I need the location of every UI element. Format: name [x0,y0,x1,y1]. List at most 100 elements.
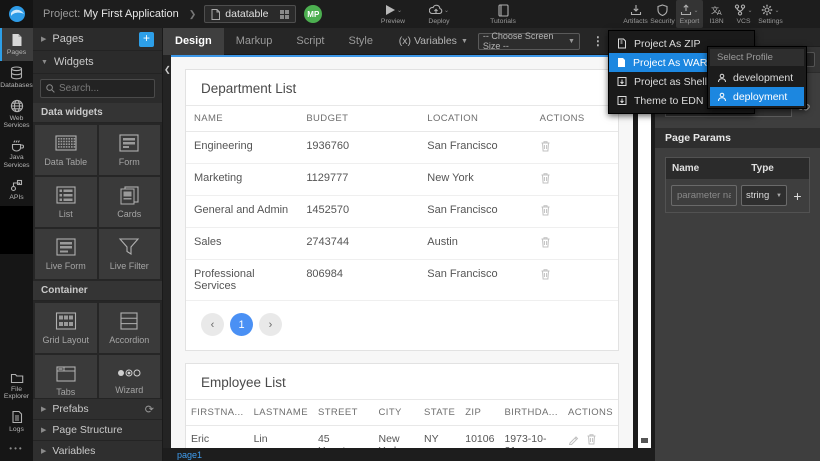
tab-script[interactable]: Script [284,28,336,55]
user-avatar[interactable]: MP [304,5,322,23]
topbar-actions: ⌄Preview⌄Deploy Tutorials ArtifactsSecurit… [370,0,784,28]
screen-size-select[interactable]: -- Choose Screen Size -- ▼ [478,33,580,50]
topbar: Project: My First Application ❯ datatabl… [0,0,820,28]
column-header: ACTIONS [563,400,618,426]
widget-search-box[interactable] [40,79,155,98]
artifacts-button[interactable]: Artifacts [622,0,649,28]
live-form-icon [54,237,78,257]
canvas-page[interactable]: Department List NAMEBUDGETLOCATIONACTION… [171,55,633,448]
chevron-down-icon: ⌄ [444,7,449,14]
delete-icon[interactable] [540,140,551,152]
refresh-icon[interactable]: ⟳ [145,403,154,416]
delete-icon[interactable] [586,433,597,445]
employee-list-widget[interactable]: Employee List FIRSTNA...LASTNAMESTREETCI… [185,363,619,448]
delete-icon[interactable] [540,268,551,280]
rail-item-apis[interactable]: APIs [0,174,33,206]
folder-icon [10,372,24,384]
tab-style[interactable]: Style [337,28,385,55]
delete-icon[interactable] [540,172,551,184]
more-options-icon[interactable]: ⋮ [586,34,610,48]
widget-tile-form[interactable]: Form [99,125,161,175]
data-table-icon [54,133,78,153]
widget-tile-tabs[interactable]: Tabs [35,355,97,398]
column-header: FIRSTNA... [186,400,249,426]
collapse-panel-icon[interactable]: ❮ [164,65,171,74]
widgets-accordion-header[interactable]: ▼ Widgets [33,51,162,74]
rail-item-pages[interactable]: Pages [0,28,33,61]
screen-size-value: -- Choose Screen Size -- [483,31,568,51]
edit-icon[interactable] [568,434,579,445]
rail-item-file-explorer[interactable]: File Explorer [0,367,33,406]
param-type-column-header: Type [745,163,809,174]
widget-tile-live-form[interactable]: Live Form [35,229,97,279]
widget-tile-cards[interactable]: Cards [99,177,161,227]
variables-dropdown[interactable]: (x) Variables ▼ [399,35,468,47]
widget-tile-accordion[interactable]: Accordion [99,303,161,353]
page-number-button[interactable]: 1 [230,313,253,336]
add-page-button[interactable]: + [139,32,154,47]
widget-tile-wizard[interactable]: Wizard [99,355,161,398]
rail-item-web-services[interactable]: Web Services [0,94,33,135]
status-page-link[interactable]: page1 [177,450,202,460]
tab-markup[interactable]: Markup [224,28,285,55]
tabs-icon [54,363,78,383]
security-icon [657,4,668,16]
pages-accordion-header[interactable]: ▶ Pages + [33,28,162,51]
table-row[interactable]: Engineering1936760San Francisco [186,132,618,164]
param-type-select[interactable]: string ▼ [741,185,787,206]
table-row[interactable]: EricLin45 Houston StreetNew YorkNY101061… [186,426,618,449]
deploy-button[interactable]: ⌄Deploy [416,0,462,28]
column-header: ACTIONS [532,106,618,132]
tab-design[interactable]: Design [163,28,224,55]
tile-grid: Data TableFormListCardsLive FormLive Fil… [33,123,162,281]
scrollbar-thumb[interactable] [641,438,648,443]
add-param-button[interactable]: + [791,188,804,204]
widget-tile-data-table[interactable]: Data Table [35,125,97,175]
rail-more-button[interactable]: ••• [0,438,33,461]
table-row[interactable]: Marketing1129777New York [186,164,618,196]
widget-tile-grid-layout[interactable]: Grid Layout [35,303,97,353]
i18n-button[interactable]: 文AI18N [703,0,730,28]
accordion-variables[interactable]: ▶Variables [33,440,162,461]
rail-item-logs[interactable]: Logs [0,405,33,438]
settings-icon [761,4,773,16]
chevron-down-icon: ⌄ [747,7,752,14]
export-button[interactable]: ⌄Export [676,0,703,28]
widgets-accordion-label: Widgets [54,56,94,68]
profile-item-deployment[interactable]: deployment [710,87,804,106]
widgets-panel: ▶ Pages + ▼ Widgets Data widgetsData Tab… [33,28,163,461]
databases-icon [10,66,23,80]
department-list-widget[interactable]: Department List NAMEBUDGETLOCATIONACTION… [185,69,619,351]
delete-icon[interactable] [540,236,551,248]
preview-button[interactable]: ⌄Preview [370,0,416,28]
accordion-prefabs[interactable]: ▶Prefabs⟳ [33,398,162,419]
widget-tile-list[interactable]: List [35,177,97,227]
widget-search-input[interactable] [59,83,149,94]
security-button[interactable]: Security [649,0,676,28]
rail-item-java-services[interactable]: Java Services [0,134,33,174]
page-prev-button[interactable]: ‹ [201,313,224,336]
live-filter-icon [117,237,141,257]
delete-icon[interactable] [540,204,551,216]
page-selector[interactable]: datatable [204,5,296,23]
page-selector-value: datatable [225,8,275,20]
table-row[interactable]: Professional Services806984San Francisco [186,260,618,301]
param-name-input[interactable] [671,185,737,206]
settings-button[interactable]: ⌄Settings [757,0,784,28]
vcs-icon [734,4,746,16]
theme-icon [617,95,627,106]
rail-item-databases[interactable]: Databases [0,61,33,94]
section-label-container: Container [33,281,162,301]
table-row[interactable]: Sales2743744Austin [186,228,618,260]
submenu-header: Select Profile [710,49,804,66]
project-prefix-label: Project: [43,8,80,20]
cards-icon [117,185,141,205]
table-row[interactable]: General and Admin1452570San Francisco [186,196,618,228]
profile-item-development[interactable]: development [710,68,804,87]
tutorials-button[interactable]: Tutorials [480,0,526,28]
widget-tile-live-filter[interactable]: Live Filter [99,229,161,279]
page-next-button[interactable]: › [259,313,282,336]
vcs-button[interactable]: ⌄VCS [730,0,757,28]
accordion-page-structure[interactable]: ▶Page Structure [33,419,162,440]
web-icon [10,99,24,113]
